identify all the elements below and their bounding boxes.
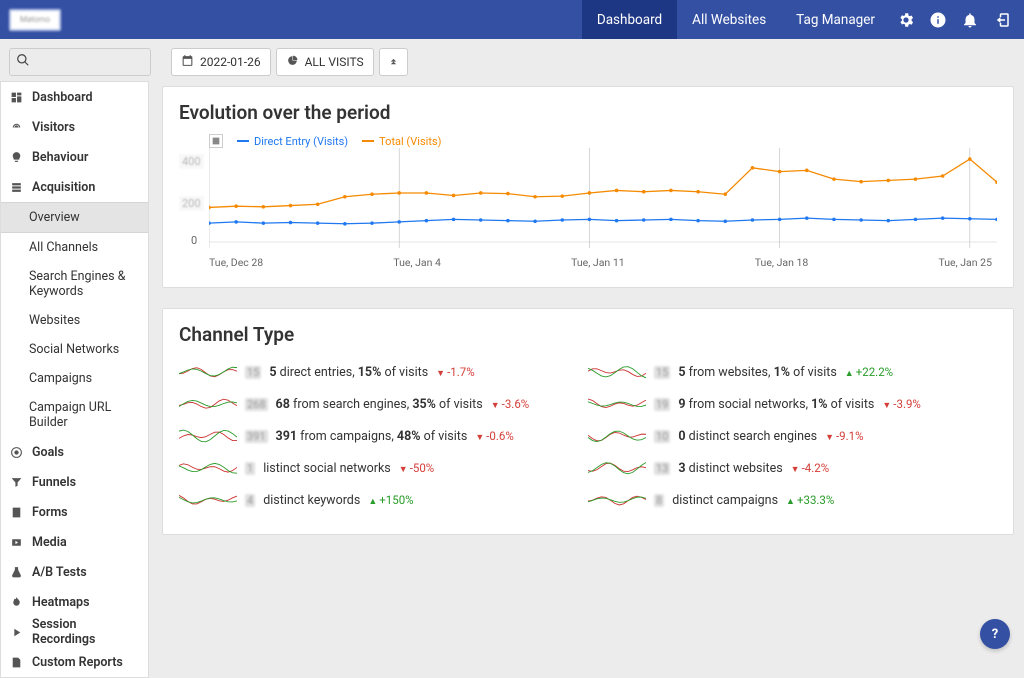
sub-all-channels[interactable]: All Channels	[1, 233, 148, 262]
search-icon	[16, 53, 30, 71]
sidebar-media[interactable]: Media	[1, 527, 148, 557]
top-bar: Matomo Dashboard All Websites Tag Manage…	[0, 0, 1024, 39]
sub-search-engines[interactable]: Search Engines & Keywords	[1, 262, 148, 306]
y-zero-label: 0	[191, 234, 197, 247]
sub-campaigns[interactable]: Campaigns	[1, 364, 148, 393]
evolution-card: Evolution over the period Direct Entry (…	[162, 86, 1014, 288]
sidebar-heatmaps[interactable]: Heatmaps	[1, 587, 148, 617]
sub-campaign-url-builder[interactable]: Campaign URL Builder	[1, 393, 148, 437]
sub-social-networks[interactable]: Social Networks	[1, 335, 148, 364]
channel-row[interactable]: 26868 from search engines, 35% of visits…	[179, 388, 588, 420]
nav-tag-manager[interactable]: Tag Manager	[781, 0, 890, 39]
channel-row[interactable]: 1listinct social networks ▼-50%	[179, 452, 588, 484]
sidebar-acquisition[interactable]: Acquisition	[1, 172, 148, 202]
logo[interactable]: Matomo	[9, 9, 61, 31]
gear-icon[interactable]	[890, 0, 922, 39]
channel-row[interactable]: 133 distinct websites ▼-4.2%	[588, 452, 997, 484]
channel-row[interactable]: 199 from social networks, 1% of visits ▼…	[588, 388, 997, 420]
evolution-title: Evolution over the period	[179, 101, 997, 124]
legend-direct-entry[interactable]: Direct Entry (Visits)	[237, 135, 348, 148]
sidebar-custom-reports[interactable]: Custom Reports	[1, 647, 148, 677]
sidebar-session-recordings[interactable]: Session Recordings	[1, 617, 148, 647]
sidebar: Dashboard Visitors Behaviour Acquisition…	[0, 81, 149, 678]
nav-all-websites[interactable]: All Websites	[677, 0, 781, 39]
date-picker[interactable]: 2022-01-26	[171, 48, 271, 76]
toolbar: 2022-01-26 ALL VISITS	[0, 39, 1024, 81]
info-icon[interactable]	[922, 0, 954, 39]
search-box[interactable]	[9, 48, 151, 76]
chevron-up-icon	[387, 54, 400, 70]
search-input[interactable]	[36, 55, 144, 70]
channel-row[interactable]: 4 distinct keywords ▲+150%	[179, 484, 588, 516]
channel-right-col: 155 from websites, 1% of visits ▲+22.2%1…	[588, 356, 997, 516]
sub-websites[interactable]: Websites	[1, 306, 148, 335]
expand-button[interactable]	[379, 48, 408, 76]
logout-icon[interactable]	[986, 0, 1018, 39]
content-area: Evolution over the period Direct Entry (…	[149, 81, 1024, 678]
nav-dashboard[interactable]: Dashboard	[582, 0, 677, 39]
channel-left-col: 155 direct entries, 15% of visits ▼-1.7%…	[179, 356, 588, 516]
segment-picker[interactable]: ALL VISITS	[276, 48, 374, 76]
bell-icon[interactable]	[954, 0, 986, 39]
sidebar-goals[interactable]: Goals	[1, 437, 148, 467]
calendar-icon	[181, 54, 194, 70]
sidebar-ab-tests[interactable]: A/B Tests	[1, 557, 148, 587]
channel-row[interactable]: 100 distinct search engines ▼-9.1%	[588, 420, 997, 452]
sidebar-behaviour[interactable]: Behaviour	[1, 142, 148, 172]
channel-row[interactable]: 155 direct entries, 15% of visits ▼-1.7%	[179, 356, 588, 388]
sub-overview[interactable]: Overview	[1, 202, 148, 233]
sidebar-funnels[interactable]: Funnels	[1, 467, 148, 497]
channel-type-title: Channel Type	[179, 323, 997, 346]
chart-legend: Direct Entry (Visits) Total (Visits)	[179, 134, 997, 148]
x-axis-labels: Tue, Dec 28Tue, Jan 4Tue, Jan 11Tue, Jan…	[179, 256, 997, 269]
chart[interactable]: 400 200 0 Tue, Dec 28Tue, Jan 4Tue, Jan …	[179, 148, 997, 269]
legend-image-icon[interactable]	[209, 134, 223, 148]
channel-row[interactable]: 155 from websites, 1% of visits ▲+22.2%	[588, 356, 997, 388]
help-fab[interactable]: ?	[980, 619, 1010, 649]
sidebar-forms[interactable]: Forms	[1, 497, 148, 527]
channel-row[interactable]: 8 distinct campaigns ▲+33.3%	[588, 484, 997, 516]
sidebar-visitors[interactable]: Visitors	[1, 112, 148, 142]
channel-row[interactable]: 391391 from campaigns, 48% of visits ▼-0…	[179, 420, 588, 452]
segment-icon	[286, 54, 299, 70]
legend-total[interactable]: Total (Visits)	[362, 135, 441, 148]
sidebar-dashboard[interactable]: Dashboard	[1, 82, 148, 112]
channel-type-card: Channel Type 155 direct entries, 15% of …	[162, 308, 1014, 535]
